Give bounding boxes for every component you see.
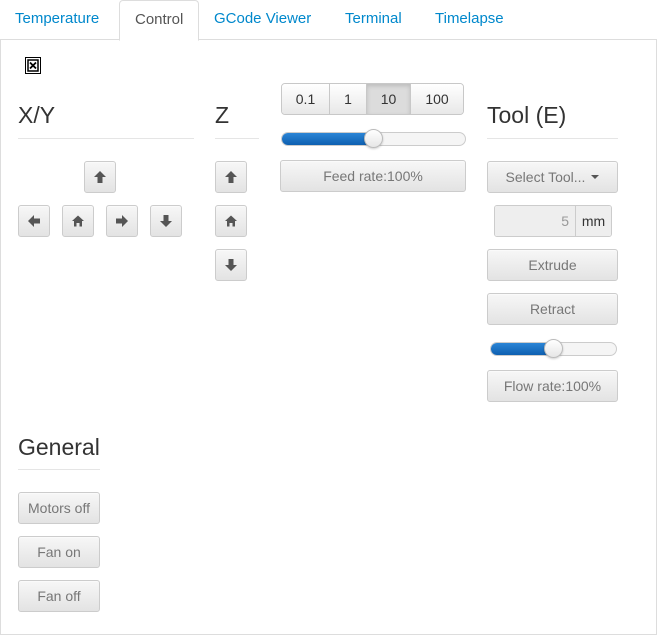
arrow-down-icon: [159, 214, 173, 228]
general-heading: General: [18, 434, 100, 460]
tab-timelapse[interactable]: Timelapse: [420, 0, 519, 40]
jog-distance-10[interactable]: 10: [367, 84, 411, 114]
z-up-button[interactable]: [215, 161, 247, 193]
retract-button[interactable]: Retract: [487, 293, 618, 325]
arrow-right-icon: [115, 214, 129, 228]
jog-distance-1[interactable]: 1: [330, 84, 367, 114]
tab-gcode-viewer[interactable]: GCode Viewer: [199, 0, 326, 40]
xy-divider: [18, 138, 194, 139]
x-square-icon[interactable]: [25, 57, 41, 74]
feed-rate-slider-fill: [282, 133, 374, 145]
z-divider: [215, 138, 259, 139]
x-right-button[interactable]: [106, 205, 138, 237]
general-divider: [18, 469, 100, 470]
xy-home-button[interactable]: [62, 205, 94, 237]
fan-off-button[interactable]: Fan off: [18, 580, 100, 612]
flow-rate-button[interactable]: Flow rate:100%: [487, 370, 618, 402]
y-down-button[interactable]: [150, 205, 182, 237]
jog-distance-100[interactable]: 100: [411, 84, 463, 114]
fan-on-button[interactable]: Fan on: [18, 536, 100, 568]
home-icon: [71, 214, 85, 228]
jog-distance-0-1[interactable]: 0.1: [282, 84, 330, 114]
arrow-left-icon: [27, 214, 41, 228]
tab-temperature[interactable]: Temperature: [0, 0, 114, 40]
flow-rate-slider-handle[interactable]: [544, 339, 563, 358]
extrude-unit-label: mm: [575, 206, 611, 236]
tab-control[interactable]: Control: [119, 0, 200, 41]
tab-bar: Temperature Control GCode Viewer Termina…: [0, 0, 657, 41]
feed-rate-slider-handle[interactable]: [364, 129, 383, 148]
select-tool-dropdown[interactable]: Select Tool...: [487, 161, 618, 193]
tool-divider: [487, 138, 618, 139]
arrow-down-icon: [224, 258, 238, 272]
arrow-up-icon: [224, 170, 238, 184]
xy-heading: X/Y: [18, 102, 56, 128]
arrow-up-icon: [93, 170, 107, 184]
jog-distance-group: 0.1 1 10 100: [281, 83, 464, 115]
extrude-button[interactable]: Extrude: [487, 249, 618, 281]
motors-off-button[interactable]: Motors off: [18, 492, 100, 524]
flow-rate-slider[interactable]: [490, 339, 617, 358]
feed-rate-button[interactable]: Feed rate:100%: [280, 160, 466, 192]
extrude-amount-group: mm: [494, 205, 612, 237]
tab-terminal[interactable]: Terminal: [330, 0, 417, 40]
caret-down-icon: [591, 175, 600, 179]
x-left-button[interactable]: [18, 205, 50, 237]
select-tool-label: Select Tool...: [505, 169, 586, 185]
z-down-button[interactable]: [215, 249, 247, 281]
tool-heading: Tool (E): [487, 102, 567, 128]
z-heading: Z: [215, 102, 230, 128]
feed-rate-slider[interactable]: [281, 129, 466, 148]
z-home-button[interactable]: [215, 205, 247, 237]
extrude-amount-input[interactable]: [495, 206, 575, 236]
home-icon: [224, 214, 238, 228]
xy-up-button[interactable]: [84, 161, 116, 193]
